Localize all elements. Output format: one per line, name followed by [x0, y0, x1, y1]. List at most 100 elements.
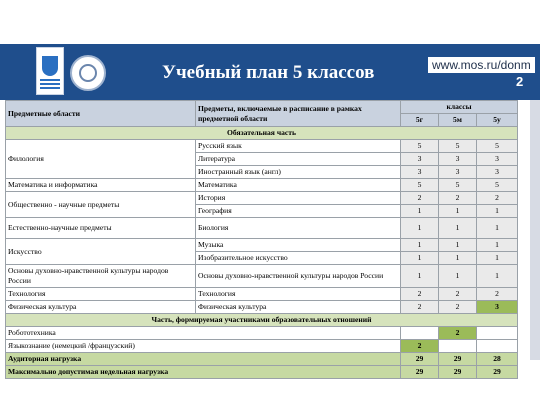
page-number: 2	[516, 74, 524, 89]
school-emblem-logo	[70, 55, 106, 91]
table-header-row: Предметные области Предметы, включаемые …	[5, 100, 519, 127]
value-cell: 3	[400, 152, 439, 166]
totals-row: Максимально допустимая недельная нагрузк…	[5, 365, 519, 379]
value-cell: 2	[400, 300, 439, 314]
value-cell: 5	[438, 178, 477, 192]
total-label: Аудиторная нагрузка	[5, 352, 401, 366]
area-cell: Математика и информатика	[5, 178, 196, 192]
subject-cell: Биология	[195, 217, 401, 239]
value-cell: 5	[475, 139, 519, 153]
moscow-education-logo	[36, 47, 64, 95]
section-row: Обязательная часть	[4, 126, 519, 140]
total-value: 28	[475, 352, 519, 366]
table-row: Искусство Музыка 1 1 1	[5, 238, 519, 265]
value-cell	[475, 339, 519, 353]
total-value: 29	[475, 365, 519, 379]
subject-cell: Математика	[195, 178, 401, 192]
total-label: Максимально допустимая недельная нагрузк…	[5, 365, 401, 379]
value-cell: 2	[400, 287, 439, 301]
value-cell: 5	[400, 139, 439, 153]
area-cell: Филология	[5, 139, 196, 179]
subject-cell: Технология	[195, 287, 401, 301]
value-cell	[438, 339, 477, 353]
value-cell: 1	[438, 204, 477, 218]
emblem-icon	[79, 64, 97, 82]
value-cell: 2	[475, 191, 519, 205]
subject-cell: Русский язык	[195, 139, 401, 153]
value-cell: 3	[475, 152, 519, 166]
subject-cell: Изобразительное искусство	[195, 251, 401, 265]
value-cell: 2	[475, 287, 519, 301]
table-row: Технология Технология 2 2 2	[5, 287, 519, 301]
area-cell: Общественно - научные предметы	[5, 191, 196, 218]
curriculum-table: Предметные области Предметы, включаемые …	[4, 100, 519, 379]
header-subjects: Предметы, включаемые в расписание в рамк…	[195, 100, 401, 127]
value-cell: 1	[475, 217, 519, 239]
value-cell: 1	[475, 251, 519, 265]
subject-cell: Основы духовно-нравственной культуры нар…	[195, 264, 401, 288]
section-row: Часть, формируемая участниками образоват…	[4, 313, 519, 327]
value-cell: 3	[438, 165, 477, 179]
header-class-5g: 5г	[400, 113, 439, 127]
value-cell: 1	[475, 204, 519, 218]
value-cell: 1	[400, 204, 439, 218]
value-cell: 1	[475, 238, 519, 252]
header-classes: классы	[399, 100, 519, 114]
value-cell: 2	[438, 287, 477, 301]
table-row: Математика и информатика Математика 5 5 …	[5, 178, 519, 192]
value-cell: 1	[400, 251, 439, 265]
value-cell: 1	[400, 264, 439, 288]
optional-label: Робототехника	[5, 326, 401, 340]
value-cell: 1	[400, 217, 439, 239]
header-areas: Предметные области	[5, 100, 196, 127]
area-cell: Искусство	[5, 238, 196, 265]
value-cell: 3	[475, 165, 519, 179]
table-row: Общественно - научные предметы История 2…	[5, 191, 519, 218]
totals-row: Аудиторная нагрузка 29 29 28	[5, 352, 519, 366]
value-cell	[475, 326, 519, 340]
area-cell: Технология	[5, 287, 196, 301]
value-cell	[400, 326, 439, 340]
table-row: Физическая культура Физическая культура …	[5, 300, 519, 314]
subject-cell: История	[195, 191, 401, 205]
header-class-5u: 5у	[475, 113, 519, 127]
table-row: Робототехника 2	[5, 326, 519, 340]
value-cell: 2	[438, 300, 477, 314]
value-cell: 1	[475, 264, 519, 288]
table-row: Естественно-научные предметы Биология 1 …	[5, 217, 519, 239]
value-cell: 2	[400, 191, 439, 205]
page-title: Учебный план 5 классов	[162, 62, 375, 83]
logo-text-lines	[40, 79, 60, 81]
subject-cell: География	[195, 204, 401, 218]
value-cell: 5	[475, 178, 519, 192]
shield-icon	[42, 56, 58, 76]
table-row: Основы духовно-нравственной культуры нар…	[5, 264, 519, 288]
value-cell: 1	[438, 238, 477, 252]
value-cell: 1	[438, 264, 477, 288]
value-cell: 2	[438, 191, 477, 205]
value-cell: 3	[400, 165, 439, 179]
value-cell: 5	[400, 178, 439, 192]
subject-cell: Литература	[195, 152, 401, 166]
value-cell: 1	[400, 238, 439, 252]
value-cell: 1	[438, 251, 477, 265]
value-cell-highlight: 2	[400, 339, 439, 353]
value-cell-highlight: 3	[475, 300, 519, 314]
value-cell: 1	[438, 217, 477, 239]
site-url[interactable]: www.mos.ru/donm	[428, 57, 535, 73]
section-mandatory: Обязательная часть	[4, 126, 519, 140]
section-optional: Часть, формируемая участниками образоват…	[4, 313, 519, 327]
total-value: 29	[438, 352, 477, 366]
header-class-5m: 5м	[438, 113, 477, 127]
total-value: 29	[400, 365, 439, 379]
area-cell: Физическая культура	[5, 300, 196, 314]
total-value: 29	[400, 352, 439, 366]
subject-cell: Физическая культура	[195, 300, 401, 314]
area-cell: Естественно-научные предметы	[5, 217, 196, 239]
table-row: Языкознание (немецкий /французский) 2	[5, 339, 519, 353]
table-row: Филология Русский язык 5 5 5	[5, 139, 519, 179]
value-cell: 3	[438, 152, 477, 166]
value-cell-highlight: 2	[438, 326, 477, 340]
subject-cell: Музыка	[195, 238, 401, 252]
subject-cell: Иностранный язык (англ)	[195, 165, 401, 179]
